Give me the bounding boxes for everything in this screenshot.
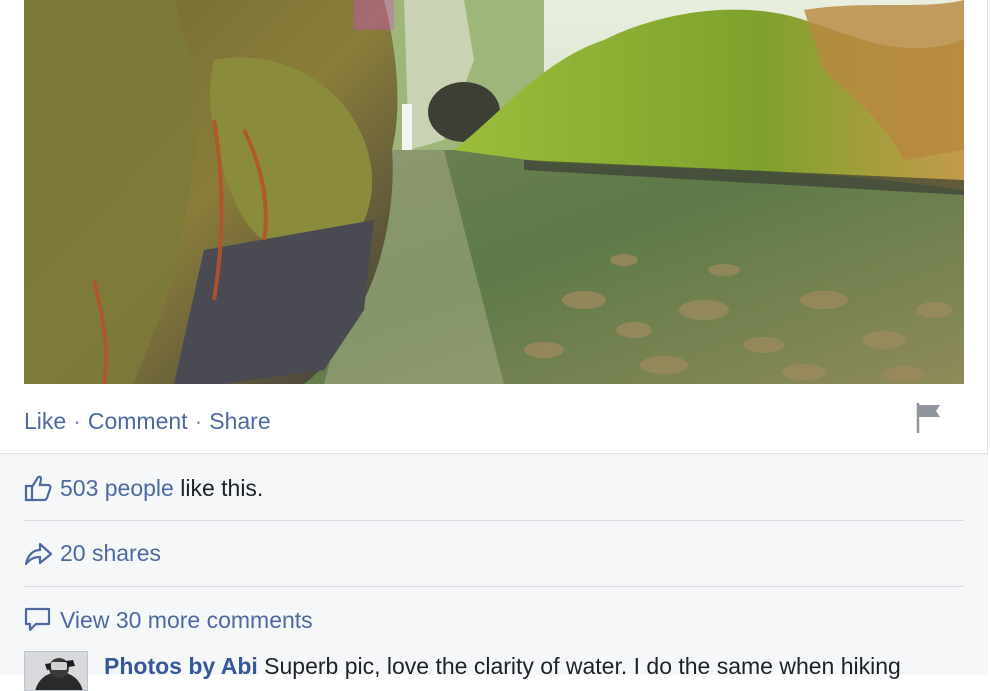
flag-icon[interactable] xyxy=(914,401,944,435)
share-link[interactable]: Share xyxy=(209,408,270,434)
action-separator: · xyxy=(194,408,203,434)
comment-link[interactable]: Comment xyxy=(88,408,188,434)
post-actions-bar: Like · Comment · Share xyxy=(24,401,964,438)
share-arrow-icon xyxy=(24,540,53,568)
thumbs-up-icon xyxy=(24,474,52,502)
comment-text: Photos by Abi Superb pic, love the clari… xyxy=(104,653,901,680)
comment-author[interactable]: Photos by Abi xyxy=(104,653,258,679)
feed-post: Like · Comment · Share 503 people like this. xyxy=(0,0,988,691)
comments-row: View 30 more comments xyxy=(24,587,964,653)
speech-bubble-icon xyxy=(24,606,52,634)
landscape-photo-graphic xyxy=(24,0,964,384)
post-photo[interactable] xyxy=(24,0,964,384)
comment-item: Photos by Abi Superb pic, love the clari… xyxy=(24,651,964,691)
likes-count-link[interactable]: 503 people xyxy=(60,475,174,502)
shares-link[interactable]: 20 shares xyxy=(60,540,161,567)
avatar[interactable] xyxy=(24,651,88,691)
comment-body: Superb pic, love the clarity of water. I… xyxy=(257,653,901,679)
likes-suffix: like this. xyxy=(173,474,264,501)
likes-row: 503 people like this. xyxy=(24,456,964,521)
action-separator: · xyxy=(73,408,81,434)
view-more-comments-link[interactable]: View 30 more comments xyxy=(60,607,313,634)
feedback-panel: 503 people like this. 20 shares View 30 … xyxy=(0,453,988,691)
shares-row: 20 shares xyxy=(24,521,964,587)
like-link[interactable]: Like xyxy=(24,408,66,434)
